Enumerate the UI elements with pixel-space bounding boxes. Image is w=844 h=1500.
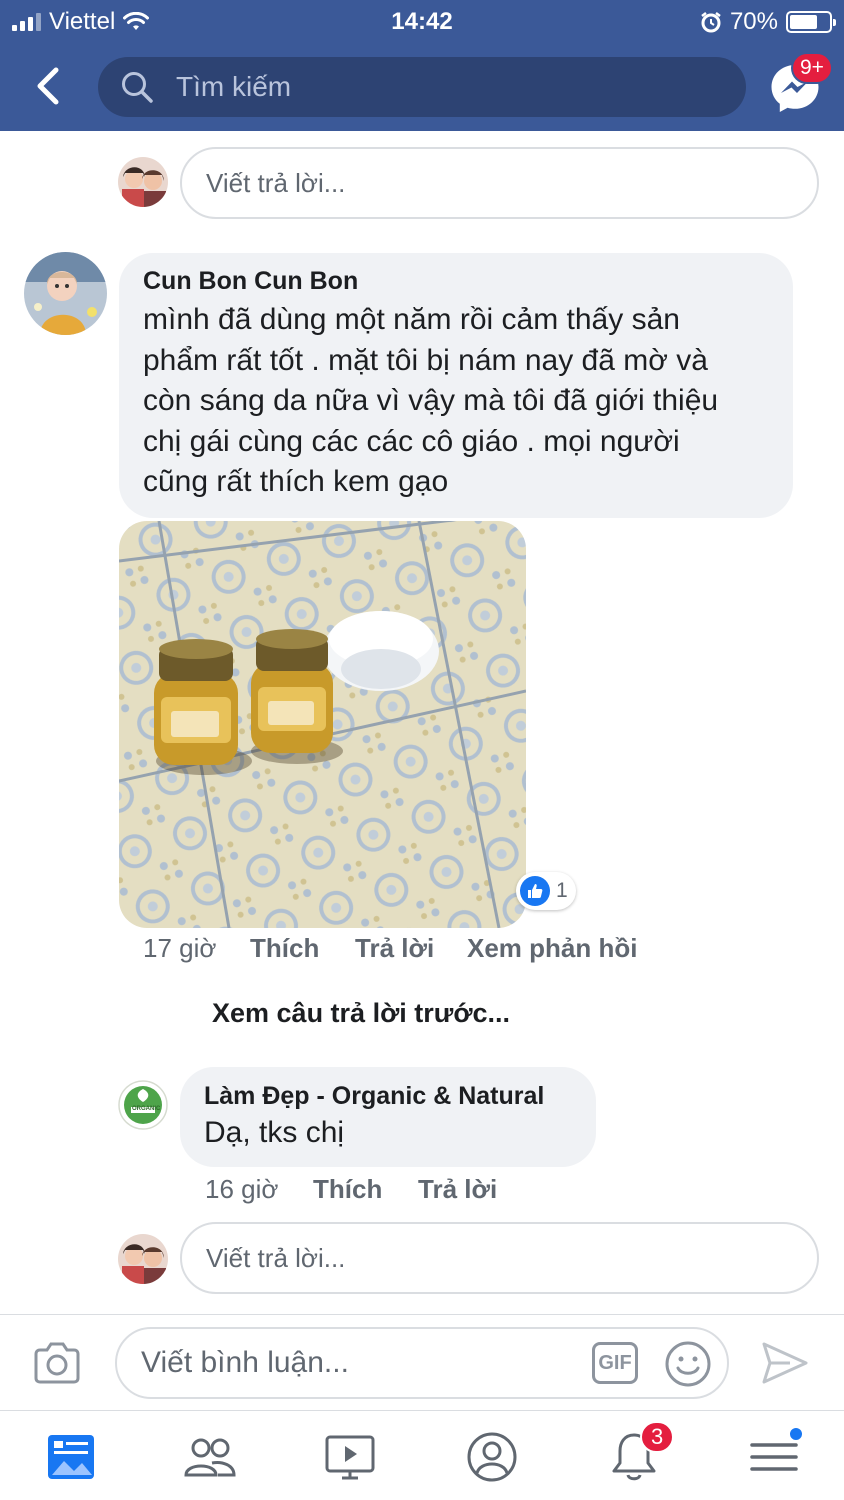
reply-like-button[interactable]: Thích: [313, 1174, 418, 1205]
current-user-avatar: [118, 1234, 168, 1284]
reaction-summary[interactable]: 1: [516, 872, 576, 910]
messenger-badge: 9+: [791, 52, 833, 84]
comment-text-line: phẩm rất tốt . mặt tôi bị nám nay đã mờ …: [143, 343, 708, 377]
view-previous-replies-link[interactable]: Xem câu trả lời trước...: [212, 998, 510, 1029]
watch-video-icon[interactable]: [322, 1429, 378, 1485]
battery-percent: 70%: [729, 8, 778, 35]
camera-icon[interactable]: [32, 1340, 82, 1386]
search-icon: [122, 72, 153, 103]
reply-input-top[interactable]: [180, 147, 819, 219]
status-right: 70%: [700, 8, 836, 36]
reply-button[interactable]: Trả lời: [355, 933, 467, 964]
comment-input[interactable]: [141, 1346, 581, 1380]
comment-bubble: Cun Bon Cun Bon mình đã dùng một năm rồi…: [119, 253, 793, 518]
battery-fill: [790, 15, 817, 29]
reply-field-top[interactable]: [206, 167, 787, 199]
status-bar: Viettel 14:42 70%: [0, 0, 844, 44]
comment-text-line: còn sáng da nữa vì vậy mà tôi đã giới th…: [143, 384, 719, 417]
like-reaction-icon: [520, 876, 550, 906]
page-avatar[interactable]: ORGANIC: [118, 1080, 168, 1130]
reaction-count: 1: [556, 879, 568, 902]
reply-author[interactable]: Làm Đẹp - Organic & Natural: [204, 1082, 572, 1111]
top-bar: Viettel 14:42 70%: [0, 0, 844, 131]
notification-badge: 3: [640, 1421, 675, 1453]
menu-indicator-dot: [788, 1426, 804, 1442]
reply-field-bottom[interactable]: [206, 1242, 787, 1274]
comment-text-line: cũng rất thích kem gạo: [143, 465, 449, 498]
view-replies-button[interactable]: Xem phản hồi: [467, 933, 637, 964]
battery-icon: [786, 11, 836, 33]
profile-icon[interactable]: [464, 1429, 520, 1485]
comment-time: 17 giờ: [143, 933, 217, 963]
reply-input-bottom[interactable]: [180, 1222, 819, 1294]
comment-author[interactable]: Cun Bon Cun Bon: [143, 267, 769, 296]
like-button[interactable]: Thích: [250, 933, 355, 964]
comment-actions: 17 giờ Thích Trả lời Xem phản hồi: [143, 933, 637, 964]
page-logo-text: ORGANIC: [132, 1106, 161, 1112]
comment-photo[interactable]: [119, 521, 526, 928]
reply-time: 16 giờ: [205, 1174, 279, 1204]
comment-text-line: mình đã dùng một năm rồi cảm thấy sản: [143, 303, 680, 336]
composer-divider: [0, 1314, 844, 1315]
commenter-avatar[interactable]: [24, 252, 107, 335]
emoji-icon[interactable]: [664, 1340, 712, 1388]
reply-actions: 16 giờ Thích Trả lời: [205, 1174, 497, 1205]
current-user-avatar: [118, 157, 168, 207]
tab-bar: [0, 1410, 844, 1500]
news-feed-icon[interactable]: [44, 1429, 100, 1485]
reply-reply-button[interactable]: Trả lời: [418, 1174, 497, 1205]
back-arrow-icon[interactable]: [28, 62, 68, 110]
search-input[interactable]: [176, 71, 676, 103]
comment-text: mình đã dùng một năm rồi cảm thấy sản ph…: [143, 300, 769, 503]
send-icon[interactable]: [760, 1340, 810, 1386]
reply-bubble: Làm Đẹp - Organic & Natural Dạ, tks chị: [180, 1067, 596, 1167]
search-bar[interactable]: [98, 57, 746, 117]
gif-button[interactable]: GIF: [592, 1342, 638, 1384]
alarm-icon: [701, 12, 721, 33]
friends-icon[interactable]: [182, 1429, 238, 1485]
reply-text: Dạ, tks chị: [204, 1116, 345, 1149]
comment-text-line: chị gái cùng các các cô giáo . mọi người: [143, 424, 680, 458]
